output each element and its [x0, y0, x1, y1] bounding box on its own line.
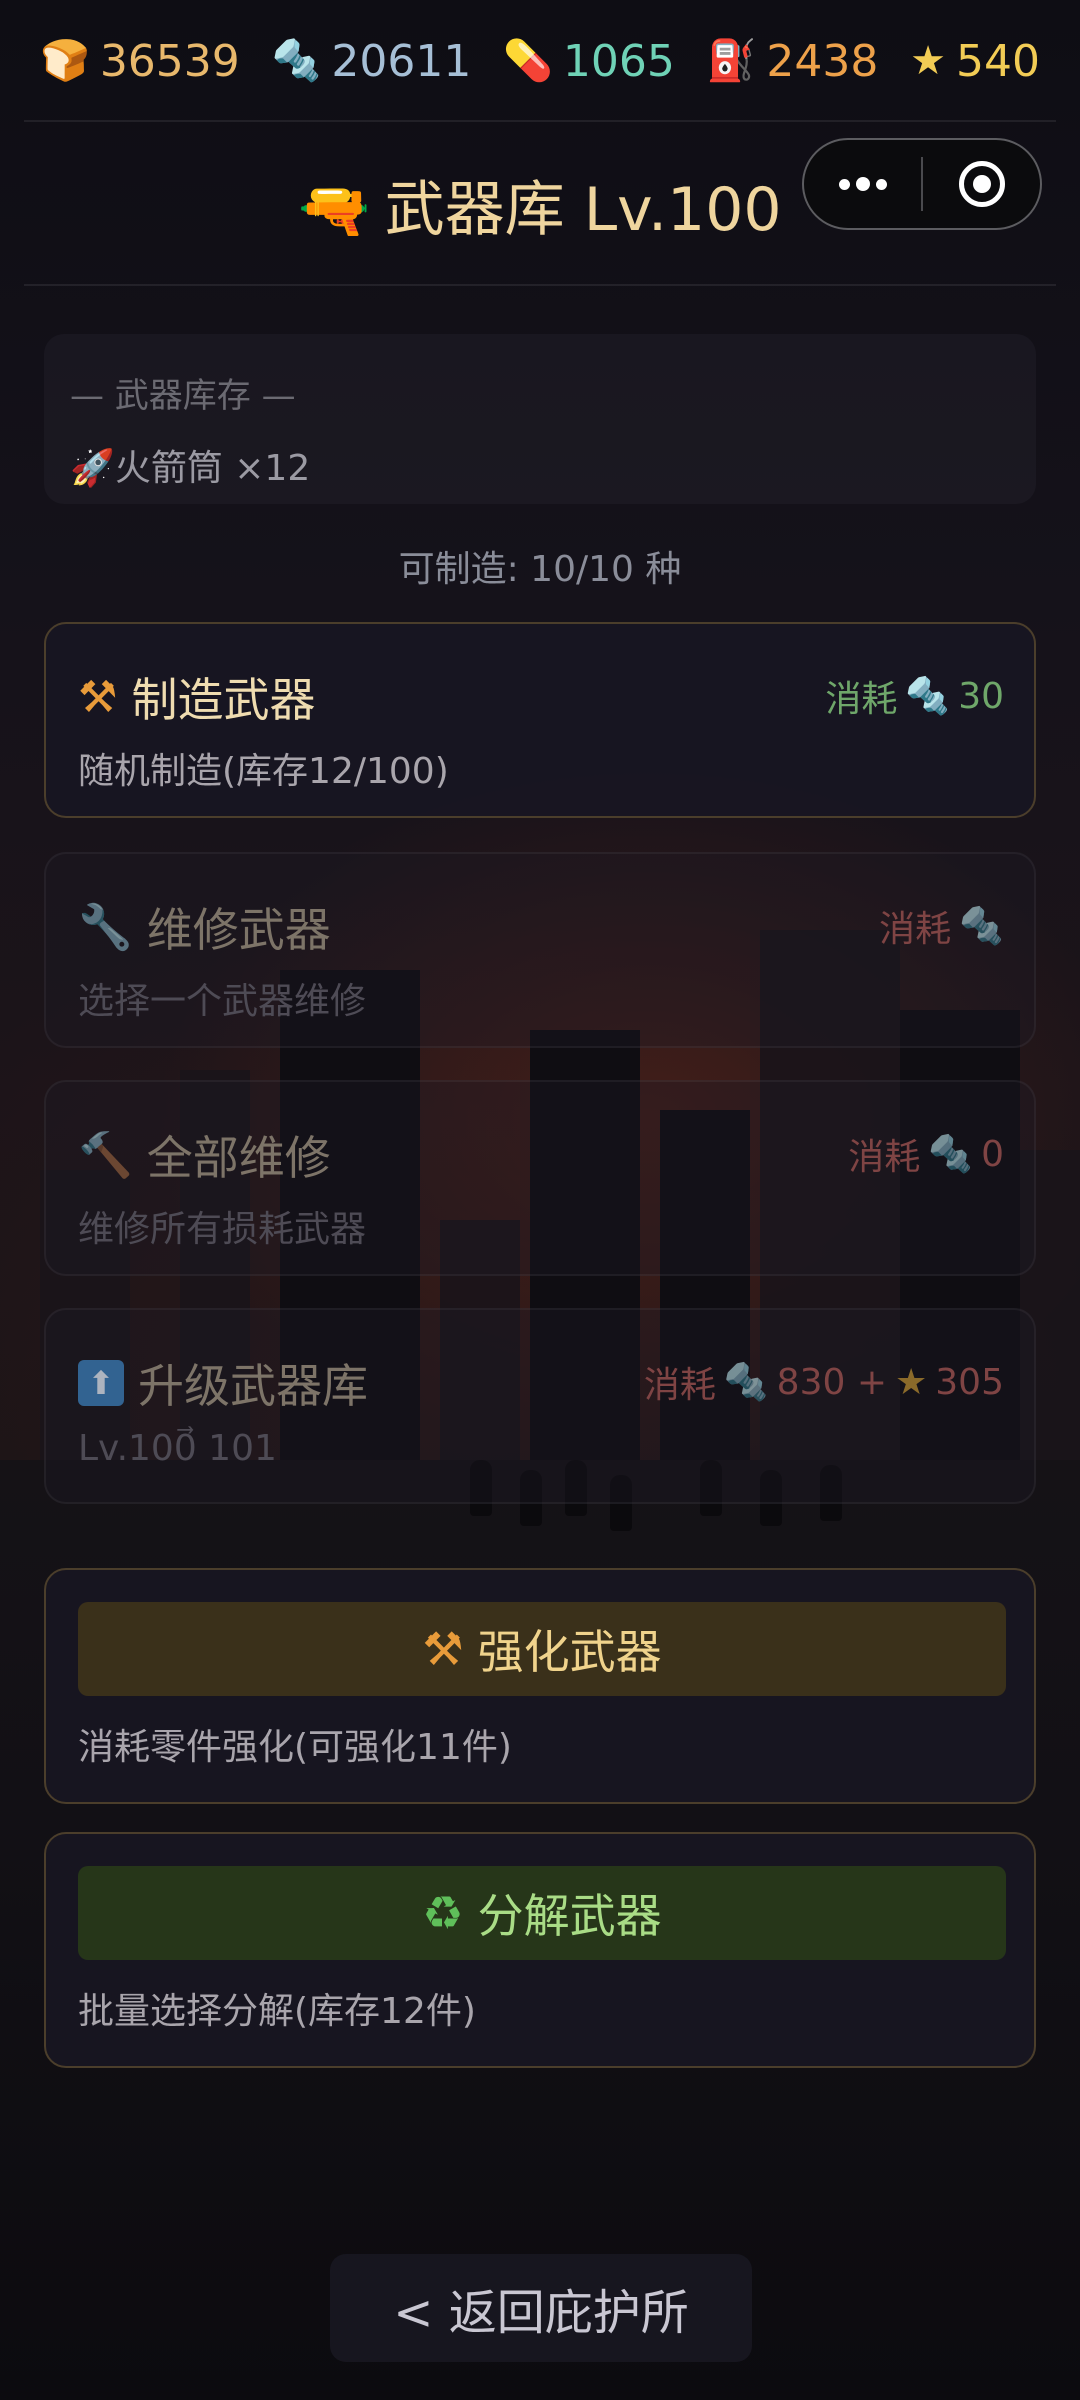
resource-parts-value: 20611 — [331, 35, 472, 87]
craft-weapon-card[interactable]: ⚒ 制造武器 消耗 🔩 30 随机制造(库存12/100) — [44, 622, 1036, 818]
card-title: 🔧 维修武器 — [78, 894, 331, 960]
enhance-weapon-card: ⚒ 强化武器 消耗零件强化(可强化11件) — [44, 1568, 1036, 1804]
repair-weapon-card[interactable]: 🔧 维修武器 消耗 🔩 选择一个武器维修 — [44, 852, 1036, 1048]
card-title-text: 全部维修 — [146, 1131, 331, 1185]
resource-fuel: ⛽ 2438 — [707, 36, 879, 87]
dot-icon — [838, 178, 850, 190]
divider — [24, 284, 1056, 286]
wrench-icon: 🔧 — [78, 902, 133, 953]
cost-label: 消耗 — [643, 1365, 716, 1406]
card-subtitle: 消耗零件强化(可强化11件) — [78, 1727, 512, 1768]
hammer-icon: 🔨 — [78, 1130, 133, 1181]
dot-icon — [875, 178, 887, 190]
resource-parts: 🔩 20611 — [272, 36, 472, 87]
inventory-item-text: 火箭筒 ×12 — [114, 448, 311, 489]
page-title-text: 武器库 Lv.100 — [384, 175, 782, 245]
bolt-icon: 🔩 — [928, 1134, 974, 1175]
bolt-icon: 🔩 — [959, 906, 1004, 947]
enhance-weapon-button[interactable]: ⚒ 强化武器 — [78, 1602, 1006, 1696]
upgrade-armory-card[interactable]: ⬆ 升级武器库 消耗 🔩 830 + ★ 305 Lv.100⃗ 101 — [44, 1308, 1036, 1504]
cost-value: 30 — [958, 675, 1004, 717]
card-subtitle: Lv.100⃗ 101 — [78, 1428, 277, 1469]
card-title: 🔨 全部维修 — [78, 1122, 331, 1188]
card-subtitle: 维修所有损耗武器 — [78, 1209, 367, 1250]
resource-food: 🍞 36539 — [40, 36, 240, 87]
resource-bar: 🍞 36539 🔩 20611 💊 1065 ⛽ 2438 ★ 540 — [0, 0, 1080, 122]
inventory-panel: — 武器库存 — 🚀火箭筒 ×12 — [44, 334, 1036, 504]
cost-value: 0 — [981, 1133, 1004, 1175]
repair-all-card[interactable]: 🔨 全部维修 消耗 🔩 0 维修所有损耗武器 — [44, 1080, 1036, 1276]
cost-value-stars: 305 — [935, 1361, 1004, 1403]
bolt-icon: 🔩 — [723, 1362, 769, 1403]
recycle-icon: ♻ — [422, 1886, 464, 1940]
card-subtitle: 批量选择分解(库存12件) — [78, 1991, 476, 2032]
rocket-icon: 🚀 — [70, 448, 115, 489]
pill-icon: 💊 — [503, 38, 553, 84]
card-title-text: 升级武器库 — [138, 1359, 368, 1413]
craftable-count: 可制造: 10/10 种 — [398, 549, 682, 590]
card-title-text: 制造武器 — [131, 673, 316, 727]
dismantle-weapon-label: 分解武器 — [477, 1889, 662, 1943]
fuel-pump-icon: ⛽ — [706, 38, 757, 84]
hammer-pick-icon: ⚒ — [78, 671, 118, 723]
resource-fuel-value: 2438 — [766, 35, 879, 87]
resource-stars-value: 540 — [955, 35, 1040, 87]
inventory-item: 🚀火箭筒 ×12 — [70, 439, 1010, 491]
back-to-shelter-button[interactable]: < 返回庇护所 — [330, 2254, 752, 2362]
card-subtitle: 选择一个武器维修 — [78, 981, 367, 1022]
target-icon — [958, 161, 1005, 207]
card-title-text: 维修武器 — [146, 903, 331, 957]
card-title: ⬆ 升级武器库 — [78, 1350, 368, 1416]
water-gun-icon: 🔫 — [298, 176, 371, 244]
hammer-pick-icon: ⚒ — [422, 1622, 464, 1676]
star-icon: ★ — [895, 1361, 928, 1403]
more-menu-button[interactable] — [804, 177, 921, 191]
resource-food-value: 36539 — [99, 35, 240, 87]
mini-program-capsule — [802, 138, 1042, 230]
cost-value: 830 + — [776, 1361, 887, 1403]
card-cost: 消耗 🔩 30 — [825, 670, 1004, 722]
resource-medicine: 💊 1065 — [503, 36, 675, 87]
up-arrow-icon: ⬆ — [78, 1360, 124, 1406]
star-icon: ★ — [910, 38, 946, 84]
card-cost: 消耗 🔩 830 + ★ 305 — [644, 1356, 1004, 1408]
dismantle-weapon-card: ♻ 分解武器 批量选择分解(库存12件) — [44, 1832, 1036, 2068]
divider — [24, 120, 1056, 122]
cost-label: 消耗 — [848, 1137, 921, 1178]
bolt-icon: 🔩 — [271, 38, 322, 84]
cost-label: 消耗 — [879, 909, 952, 950]
cost-label: 消耗 — [825, 679, 898, 720]
card-title: ⚒ 制造武器 — [78, 664, 315, 730]
bread-icon: 🍞 — [40, 38, 90, 84]
card-cost: 消耗 🔩 — [879, 900, 1004, 952]
card-subtitle: 随机制造(库存12/100) — [78, 751, 449, 792]
dot-icon — [855, 177, 870, 191]
enhance-weapon-label: 强化武器 — [477, 1625, 662, 1679]
card-cost: 消耗 🔩 0 — [848, 1128, 1004, 1180]
resource-medicine-value: 1065 — [562, 35, 675, 87]
dismantle-weapon-button[interactable]: ♻ 分解武器 — [78, 1866, 1006, 1960]
bolt-icon: 🔩 — [905, 676, 951, 717]
inventory-heading: — 武器库存 — — [70, 376, 296, 416]
resource-stars: ★ 540 — [910, 36, 1040, 87]
close-capsule-button[interactable] — [923, 161, 1040, 207]
